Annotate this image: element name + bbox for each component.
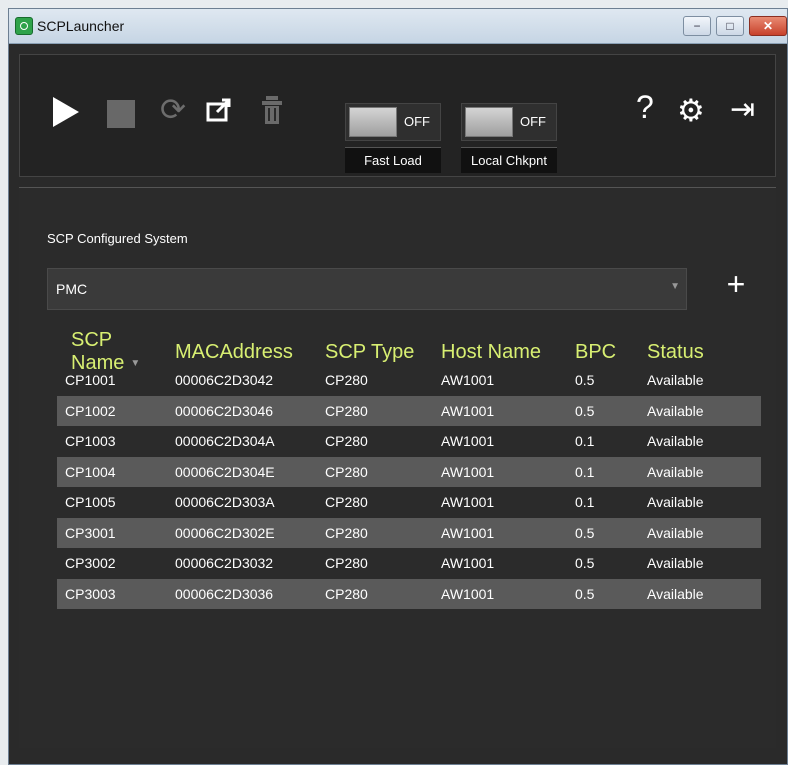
column-header[interactable]: Status	[647, 341, 761, 364]
bpc-cell: 0.5	[575, 372, 595, 389]
toggle-knob[interactable]	[349, 107, 397, 137]
column-header[interactable]: SCP Name ▼	[57, 329, 175, 375]
mac-address-cell: 00006C2D3036	[175, 585, 274, 602]
refresh-icon[interactable]: ⟳	[160, 93, 186, 127]
mac-address-cell: 00006C2D3042	[175, 372, 274, 389]
bpc-cell: 0.5	[575, 402, 595, 419]
mac-address-cell: 00006C2D3032	[175, 555, 274, 572]
main-content: SCP Configured System PMC ▼ + SCP Name ▼ …	[19, 187, 776, 748]
mac-address-cell: 00006C2D304A	[175, 433, 275, 450]
trash-icon[interactable]	[259, 95, 285, 125]
bpc-cell: 0.5	[575, 524, 595, 541]
mac-address-cell: 00006C2D304E	[175, 463, 275, 480]
scplauncher-window: SCPLauncher − □ ✕ ⟳ OFF Fast Load OFF Lo	[8, 8, 788, 765]
section-title: SCP Configured System	[47, 231, 188, 246]
chevron-down-icon: ▼	[670, 281, 680, 292]
fast-load-label: Fast Load	[345, 147, 441, 173]
status-cell: Available	[647, 463, 704, 480]
table-row[interactable]: CP3001 00006C2D302E CP280 AW1001 0.5 Ava…	[57, 517, 761, 548]
status-cell: Available	[647, 433, 704, 450]
export-icon[interactable]	[205, 96, 233, 124]
sort-down-icon: ▼	[130, 358, 141, 370]
fast-load-toggle[interactable]: OFF	[345, 103, 441, 141]
window-title: SCPLauncher	[37, 18, 125, 34]
scp-type-cell: CP280	[325, 433, 368, 450]
scp-type-cell: CP280	[325, 585, 368, 602]
logout-icon[interactable]: ⇥	[730, 93, 755, 127]
column-header[interactable]: BPC	[575, 341, 647, 364]
bpc-cell: 0.1	[575, 433, 595, 450]
host-name-cell: AW1001	[441, 463, 495, 480]
column-header[interactable]: SCP Type	[325, 341, 441, 364]
column-header[interactable]: MACAddress	[175, 341, 325, 364]
host-name-cell: AW1001	[441, 402, 495, 419]
mac-address-cell: 00006C2D3046	[175, 402, 274, 419]
scp-type-cell: CP280	[325, 524, 368, 541]
table-row[interactable]: CP3002 00006C2D3032 CP280 AW1001 0.5 Ava…	[57, 548, 761, 579]
host-name-cell: AW1001	[441, 585, 495, 602]
scp-type-cell: CP280	[325, 555, 368, 572]
scp-type-cell: CP280	[325, 372, 368, 389]
close-button[interactable]: ✕	[749, 16, 787, 36]
scp-name-cell: CP3001	[65, 524, 116, 541]
app-icon	[15, 17, 33, 35]
host-name-cell: AW1001	[441, 524, 495, 541]
host-name-cell: AW1001	[441, 555, 495, 572]
title-bar: SCPLauncher − □ ✕	[9, 9, 787, 44]
status-cell: Available	[647, 402, 704, 419]
status-cell: Available	[647, 585, 704, 602]
scp-name-cell: CP1002	[65, 402, 116, 419]
column-header-label: SCP Name	[71, 329, 125, 374]
add-system-button[interactable]: +	[723, 268, 749, 300]
table-row[interactable]: CP1002 00006C2D3046 CP280 AW1001 0.5 Ava…	[57, 395, 761, 426]
table-row[interactable]: CP1003 00006C2D304A CP280 AW1001 0.1 Ava…	[57, 426, 761, 457]
minimize-button[interactable]: −	[683, 16, 711, 36]
bpc-cell: 0.5	[575, 585, 595, 602]
scp-table: SCP Name ▼ MACAddress SCP Type Host Name …	[57, 329, 761, 609]
scp-type-cell: CP280	[325, 402, 368, 419]
gear-icon[interactable]: ⚙	[677, 94, 705, 128]
host-name-cell: AW1001	[441, 372, 495, 389]
bpc-cell: 0.1	[575, 494, 595, 511]
scp-name-cell: CP1005	[65, 494, 116, 511]
scp-type-cell: CP280	[325, 494, 368, 511]
scp-name-cell: CP3003	[65, 585, 116, 602]
status-cell: Available	[647, 494, 704, 511]
table-row[interactable]: CP1005 00006C2D303A CP280 AW1001 0.1 Ava…	[57, 487, 761, 518]
scp-name-cell: CP1004	[65, 463, 116, 480]
system-select[interactable]: PMC ▼	[47, 268, 687, 310]
table-row[interactable]: CP1004 00006C2D304E CP280 AW1001 0.1 Ava…	[57, 456, 761, 487]
mac-address-cell: 00006C2D302E	[175, 524, 275, 541]
scp-name-cell: CP1003	[65, 433, 116, 450]
selected-system: PMC	[56, 281, 88, 297]
scp-name-cell: CP1001	[65, 372, 116, 389]
local-checkpoint-toggle[interactable]: OFF	[461, 103, 557, 141]
bpc-cell: 0.1	[575, 463, 595, 480]
host-name-cell: AW1001	[441, 494, 495, 511]
scp-type-cell: CP280	[325, 463, 368, 480]
table-header: SCP Name ▼ MACAddress SCP Type Host Name …	[57, 329, 761, 374]
local-checkpoint-label: Local Chkpnt	[461, 147, 557, 173]
bpc-cell: 0.5	[575, 555, 595, 572]
host-name-cell: AW1001	[441, 433, 495, 450]
scp-name-cell: CP3002	[65, 555, 116, 572]
toolbar: ⟳ OFF Fast Load OFF Local Chkpnt ? ⚙ ⇥	[19, 54, 776, 177]
local-checkpoint-state: OFF	[520, 114, 546, 129]
maximize-button[interactable]: □	[716, 16, 744, 36]
column-header[interactable]: Host Name	[441, 341, 575, 364]
table-row[interactable]: CP3003 00006C2D3036 CP280 AW1001 0.5 Ava…	[57, 578, 761, 609]
status-cell: Available	[647, 555, 704, 572]
fast-load-state: OFF	[404, 114, 430, 129]
help-icon[interactable]: ?	[636, 90, 654, 124]
toggle-knob[interactable]	[465, 107, 513, 137]
mac-address-cell: 00006C2D303A	[175, 494, 275, 511]
status-cell: Available	[647, 524, 704, 541]
play-icon[interactable]	[53, 97, 79, 127]
stop-icon[interactable]	[107, 100, 135, 128]
status-cell: Available	[647, 372, 704, 389]
